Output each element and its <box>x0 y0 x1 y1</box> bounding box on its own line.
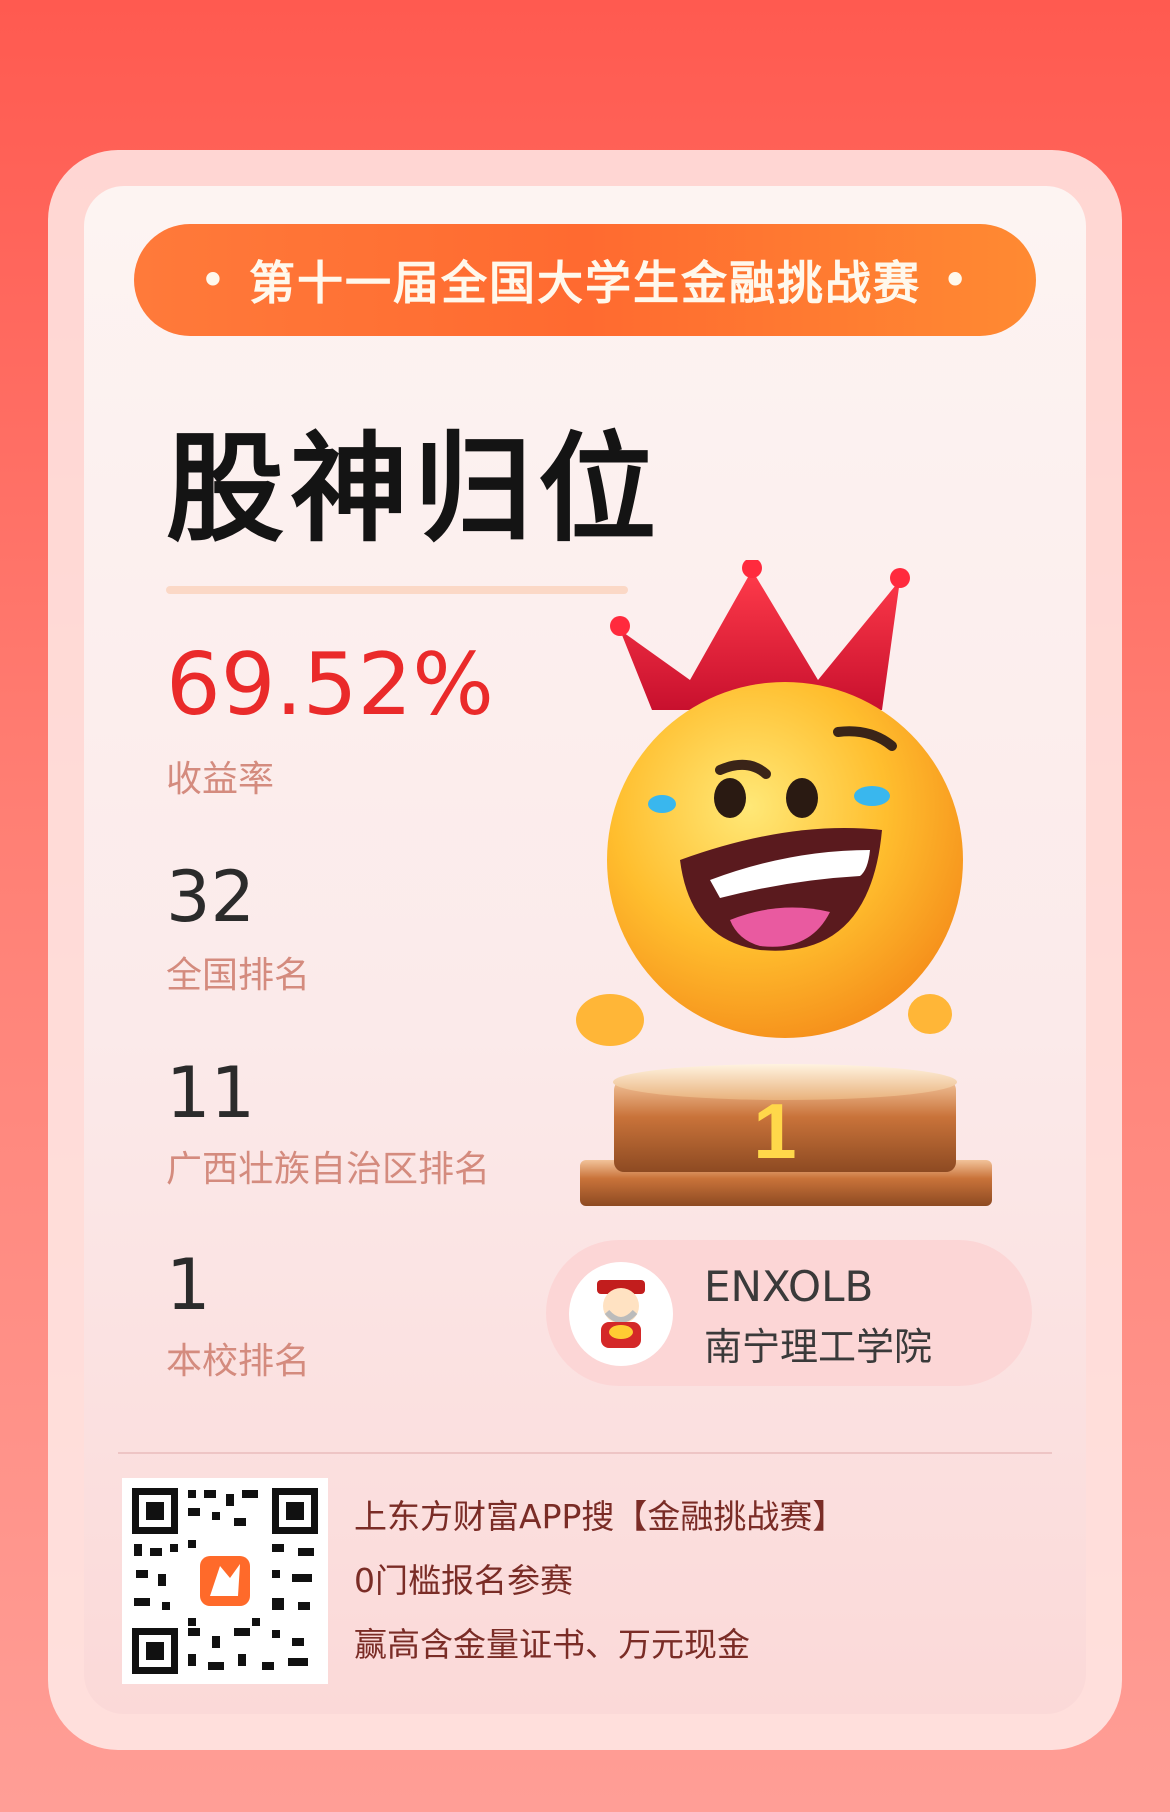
promo-line-1: 上东方财富APP搜【金融挑战赛】 <box>354 1497 846 1536</box>
return-rate-label: 收益率 <box>166 759 275 800</box>
promo-line-2: 0门槛报名参赛 <box>354 1561 573 1600</box>
national-rank-label: 全国排名 <box>166 955 311 996</box>
banner-title: 第十一届全国大学生金融挑战赛 <box>249 256 921 310</box>
school-rank-value: 1 <box>166 1244 211 1326</box>
user-avatar <box>569 1262 673 1366</box>
mascot-trophy-icon: 1 <box>576 560 992 1206</box>
promo-line-3: 赢高含金量证书、万元现金 <box>354 1625 750 1664</box>
school-rank-label: 本校排名 <box>166 1341 311 1382</box>
region-rank-label: 广西壮族自治区排名 <box>166 1149 491 1190</box>
footer-divider <box>118 1452 1052 1454</box>
national-rank-value: 32 <box>166 856 256 938</box>
page-title: 股神归位 <box>166 420 663 558</box>
title-underline <box>166 586 628 594</box>
qr-code-icon[interactable] <box>122 1478 328 1684</box>
competition-banner: • 第十一届全国大学生金融挑战赛 • <box>134 224 1036 336</box>
god-of-wealth-avatar-icon <box>597 1280 645 1348</box>
podium-number: 1 <box>753 1087 796 1175</box>
qr-code-graphic <box>122 1478 328 1684</box>
user-name: ENXOLB <box>704 1262 874 1311</box>
region-rank-value: 11 <box>166 1052 256 1134</box>
banner-dot-left: • <box>200 258 227 302</box>
user-school: 南宁理工学院 <box>704 1325 933 1369</box>
banner-dot-right: • <box>943 258 970 302</box>
return-rate-value: 69.52% <box>166 635 494 735</box>
